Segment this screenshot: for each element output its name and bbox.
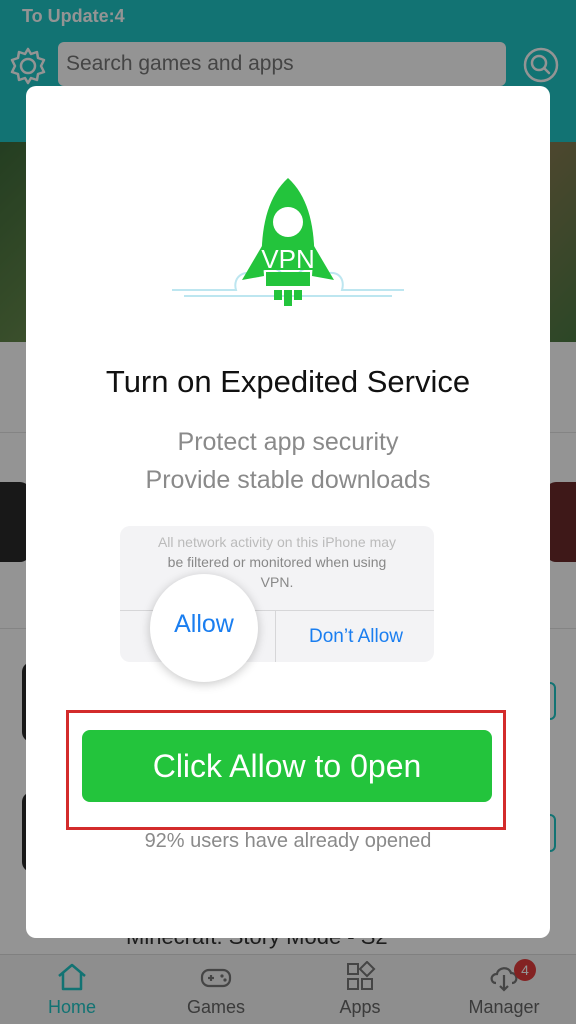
rocket-icon: VPN	[172, 178, 404, 306]
allow-button[interactable]: Allow	[150, 610, 258, 639]
subtitle-line-1: Protect app security	[177, 428, 399, 456]
vpn-modal: VPN Turn on Expedited Service Protect ap…	[26, 86, 550, 938]
click-allow-button[interactable]: Click Allow to 0pen	[82, 730, 492, 802]
vpn-label: VPN	[261, 244, 314, 274]
ios-message-line-2: be filtered or monitored when using	[167, 554, 387, 570]
dont-allow-button[interactable]: Don’t Allow	[276, 626, 436, 648]
ios-message-line-1: All network activity on this iPhone may	[157, 534, 397, 550]
subtitle-line-2: Provide stable downloads	[145, 466, 431, 494]
users-opened-note: 92% users have already opened	[144, 830, 432, 852]
modal-title: Turn on Expedited Service	[105, 364, 471, 399]
